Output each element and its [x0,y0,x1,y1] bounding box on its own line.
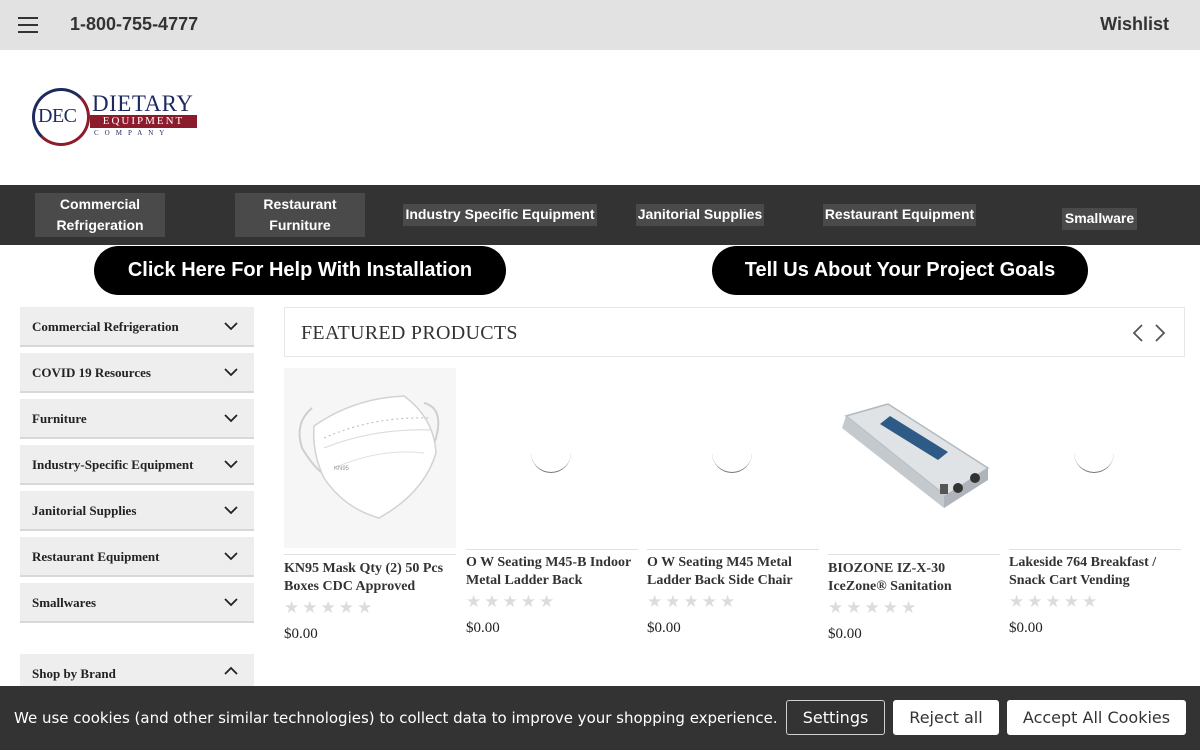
loading-spinner-icon [531,433,571,473]
sidebar-item-label: Smallwares [32,595,97,610]
product-image-loading[interactable] [466,368,638,548]
product-image-loading[interactable] [1009,368,1181,548]
product-card[interactable]: O W Seating M45 Metal Ladder Back Side C… [647,368,819,658]
sidebar-item-label: Industry-Specific Equipment [32,457,194,472]
product-card[interactable]: Lakeside 764 Breakfast / Snack Cart Vend… [1009,368,1181,658]
product-card[interactable]: KN95 KN95 Mask Qty (2) 50 Pcs Boxes CDC … [284,368,456,658]
nav-item-smallware[interactable]: Smallware [1062,208,1137,230]
rating-stars: ★★★★★ [828,598,920,617]
chevron-down-icon [224,414,238,423]
rating-stars: ★★★★★ [647,592,739,611]
wishlist-link[interactable]: Wishlist [1100,14,1169,35]
svg-text:KN95: KN95 [334,466,350,472]
nav-item-industry-specific-equipment[interactable]: Industry Specific Equipment [403,204,597,226]
cookie-consent-bar: We use cookies (and other similar techno… [0,686,1200,750]
chevron-left-icon[interactable] [1131,323,1145,343]
rating-stars: ★★★★★ [466,592,558,611]
biozone-unit-image[interactable] [828,368,1000,548]
sidebar-item-industry-specific-equipment[interactable]: Industry-Specific Equipment [20,445,254,485]
card-divider [828,554,1000,555]
loading-spinner-icon [712,433,752,473]
chevron-down-icon [224,368,238,377]
sidebar-item-covid-19-resources[interactable]: COVID 19 Resources [20,353,254,393]
sidebar-item-furniture[interactable]: Furniture [20,399,254,439]
sidebar-item-label: Furniture [32,411,87,426]
phone-number-link[interactable]: 1-800-755-4777 [70,14,198,35]
featured-products-header: FEATURED PRODUCTS [284,307,1185,357]
sidebar-item-restaurant-equipment[interactable]: Restaurant Equipment [20,537,254,577]
logo-word-dietary: DIETARY [92,91,194,116]
product-title[interactable]: O W Seating M45-B Indoor Metal Ladder Ba… [466,554,641,590]
featured-products-title: FEATURED PRODUCTS [301,322,518,344]
product-title[interactable]: Lakeside 764 Breakfast / Snack Cart Vend… [1009,554,1184,590]
product-card[interactable]: O W Seating M45-B Indoor Metal Ladder Ba… [466,368,638,658]
hamburger-menu-icon[interactable] [18,17,38,33]
logo-initials: DEC [38,105,77,127]
nav-item-restaurant-furniture[interactable]: Restaurant Furniture [235,193,365,237]
product-price: $0.00 [1009,620,1043,636]
chevron-down-icon [224,598,238,607]
sidebar-item-commercial-refrigeration[interactable]: Commercial Refrigeration [20,307,254,347]
nav-item-janitorial-supplies[interactable]: Janitorial Supplies [636,204,764,226]
kn95-mask-image[interactable]: KN95 [284,368,456,548]
top-bar: 1-800-755-4777 Wishlist [0,0,1200,50]
sidebar-item-janitorial-supplies[interactable]: Janitorial Supplies [20,491,254,531]
product-title[interactable]: BIOZONE IZ-X-30 IceZone® Sanitation [828,560,1003,596]
sidebar-item-label: COVID 19 Resources [32,365,151,380]
product-price: $0.00 [647,620,681,636]
chevron-right-icon[interactable] [1153,323,1167,343]
cookie-settings-button[interactable]: Settings [786,700,885,735]
card-divider [1009,549,1181,550]
chevron-down-icon [224,552,238,561]
product-image-loading[interactable] [647,368,819,548]
product-price: $0.00 [466,620,500,636]
main-nav: Commercial Refrigeration Restaurant Furn… [0,185,1200,245]
rating-stars: ★★★★★ [1009,592,1101,611]
logo-word-equipment: EQUIPMENT [90,115,197,128]
card-divider [284,554,456,555]
card-divider [466,549,638,550]
accept-all-cookies-button[interactable]: Accept All Cookies [1007,700,1186,735]
nav-item-commercial-refrigeration[interactable]: Commercial Refrigeration [35,193,165,237]
sidebar-item-label: Janitorial Supplies [32,503,137,518]
chevron-down-icon [224,506,238,515]
card-divider [647,549,819,550]
rating-stars: ★★★★★ [284,598,376,617]
sidebar-item-label: Commercial Refrigeration [32,319,179,334]
sidebar-item-label: Restaurant Equipment [32,549,160,564]
dietary-equipment-logo[interactable]: DEC DIETARY EQUIPMENT COMPANY [32,88,202,150]
loading-spinner-icon [1074,433,1114,473]
chevron-down-icon [224,460,238,469]
project-goals-button[interactable]: Tell Us About Your Project Goals [712,246,1088,295]
sidebar-item-smallwares[interactable]: Smallwares [20,583,254,623]
shop-by-brand-label: Shop by Brand [32,666,116,681]
product-price: $0.00 [284,626,318,642]
cookie-message: We use cookies (and other similar techno… [14,709,778,727]
nav-item-restaurant-equipment[interactable]: Restaurant Equipment [823,204,976,226]
logo-word-company: COMPANY [94,129,171,137]
installation-help-button[interactable]: Click Here For Help With Installation [94,246,506,295]
product-card[interactable]: BIOZONE IZ-X-30 IceZone® Sanitation ★★★★… [828,368,1000,658]
product-title[interactable]: KN95 Mask Qty (2) 50 Pcs Boxes CDC Appro… [284,560,459,596]
reject-all-button[interactable]: Reject all [893,700,999,735]
product-price: $0.00 [828,626,862,642]
chevron-down-icon [224,322,238,331]
chevron-up-icon [224,666,238,675]
product-title[interactable]: O W Seating M45 Metal Ladder Back Side C… [647,554,822,590]
